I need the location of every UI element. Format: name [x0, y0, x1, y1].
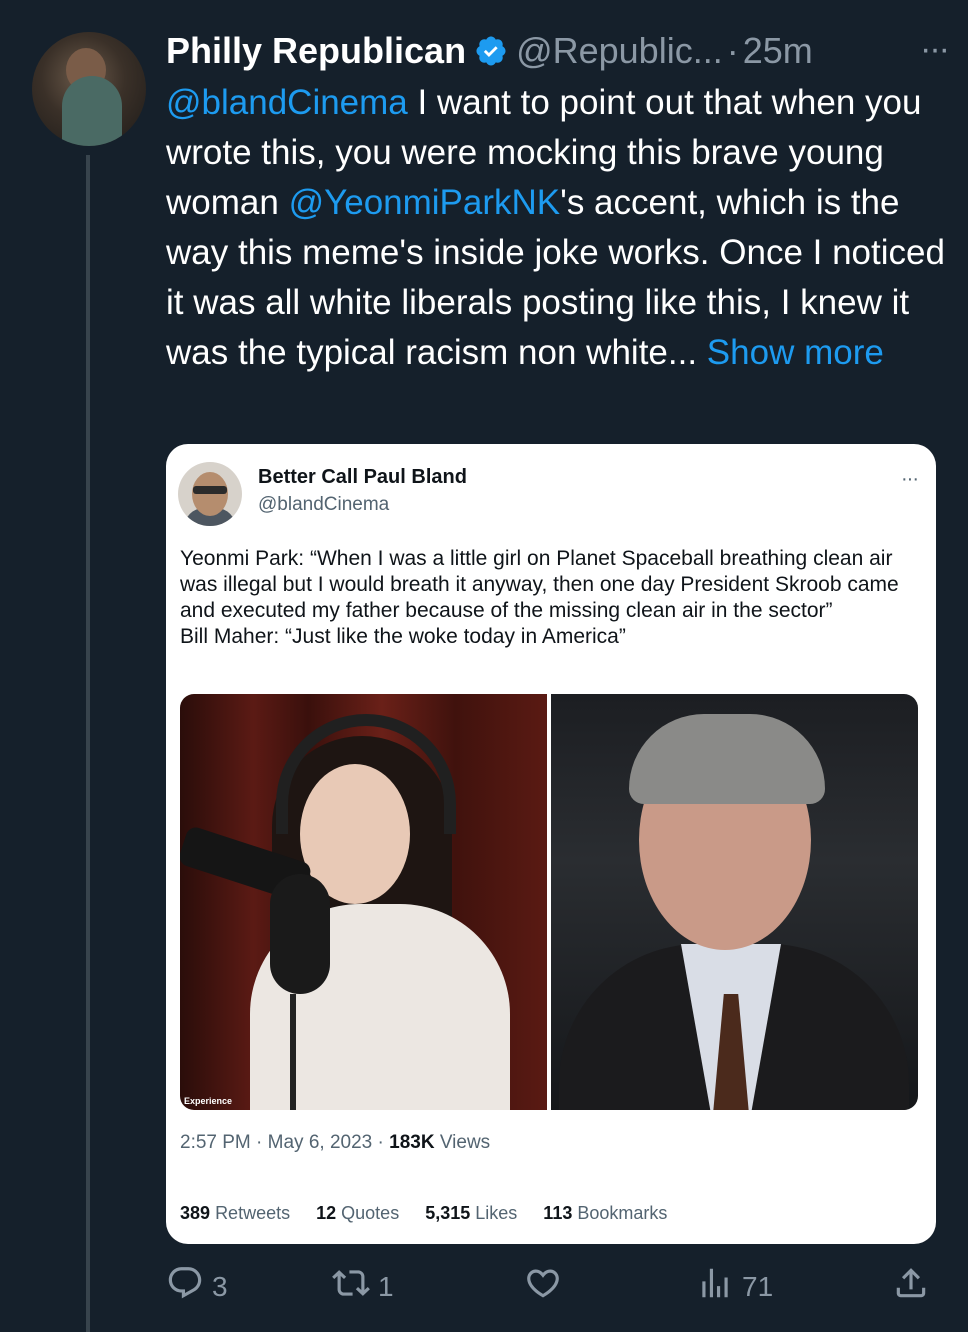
stat-quotes[interactable]: 12 Quotes — [316, 1203, 399, 1224]
photo-yeonmi-park[interactable]: Experience — [180, 694, 547, 1110]
reply-icon — [166, 1264, 204, 1309]
show-more-link[interactable]: Show more — [707, 333, 884, 372]
stat-label: Likes — [475, 1203, 518, 1223]
user-handle[interactable]: @Republic... — [516, 30, 723, 72]
stat-bookmarks[interactable]: 113 Bookmarks — [543, 1203, 667, 1224]
photo-bill-maher[interactable] — [551, 694, 918, 1110]
stat-retweets[interactable]: 389 Retweets — [180, 1203, 290, 1224]
profile-avatar[interactable] — [32, 32, 146, 146]
quoted-time[interactable]: 2:57 PM — [180, 1132, 251, 1153]
quoted-text-line1: Yeonmi Park: “When I was a little girl o… — [180, 547, 899, 622]
stat-label: Quotes — [341, 1203, 400, 1223]
quoted-text-line2: Bill Maher: “Just like the woke today in… — [180, 625, 626, 648]
stat-count: 12 — [316, 1203, 337, 1223]
stat-likes[interactable]: 5,315 Likes — [425, 1203, 517, 1224]
photo-watermark: Experience — [184, 1096, 233, 1106]
verified-badge-icon — [474, 34, 508, 68]
views-label: Views — [439, 1132, 491, 1153]
quoted-date[interactable]: May 6, 2023 — [268, 1132, 373, 1153]
thread-line — [86, 155, 90, 1332]
headphones — [276, 714, 456, 834]
views-count: 71 — [742, 1270, 774, 1302]
stat-count: 5,315 — [425, 1203, 471, 1223]
quoted-avatar[interactable] — [178, 462, 242, 526]
views-count: 183K — [389, 1132, 435, 1153]
mic-stand — [290, 994, 296, 1110]
quoted-text: Yeonmi Park: “When I was a little girl o… — [180, 546, 926, 650]
display-name[interactable]: Philly Republican — [166, 30, 466, 72]
meta-sep: · — [256, 1132, 263, 1153]
stat-label: Bookmarks — [577, 1203, 668, 1223]
retweet-count: 1 — [378, 1270, 394, 1302]
reply-button[interactable]: 3 — [166, 1264, 228, 1309]
quoted-media[interactable]: Experience — [180, 694, 918, 1110]
quoted-meta: 2:57 PM · May 6, 2023 · 183K Views — [180, 1132, 490, 1154]
views-button[interactable]: 71 — [696, 1264, 773, 1309]
tweet-header: Philly Republican @Republic... · 25m ··· — [166, 26, 950, 76]
stat-count: 113 — [543, 1203, 573, 1223]
quoted-display-name[interactable]: Better Call Paul Bland — [258, 466, 467, 489]
quoted-stats: 389 Retweets 12 Quotes 5,315 Likes 113 B… — [180, 1203, 667, 1224]
photo-hair — [629, 714, 825, 804]
microphone — [270, 874, 330, 994]
quoted-tweet-card[interactable]: Better Call Paul Bland @blandCinema ··· … — [166, 444, 936, 1244]
share-icon — [892, 1264, 930, 1309]
reply-count: 3 — [212, 1270, 228, 1302]
mention-blandcinema[interactable]: @blandCinema — [166, 83, 408, 122]
heart-icon — [524, 1264, 562, 1309]
quoted-more-icon[interactable]: ··· — [901, 468, 919, 491]
avatar-body — [62, 76, 122, 146]
quoted-avatar-glasses — [193, 486, 227, 494]
tweet-time[interactable]: 25m — [743, 30, 813, 72]
quoted-avatar-head — [192, 472, 228, 516]
retweet-button[interactable]: 1 — [332, 1264, 394, 1309]
action-bar: 3 1 71 — [166, 1264, 938, 1310]
stat-count: 389 — [180, 1203, 211, 1223]
share-button[interactable] — [892, 1264, 930, 1309]
analytics-icon — [696, 1264, 734, 1309]
tweet-body: @blandCinema I want to point out that wh… — [166, 78, 946, 378]
separator-dot: · — [726, 30, 739, 71]
retweet-icon — [332, 1264, 370, 1309]
stat-label: Retweets — [215, 1203, 291, 1223]
mention-yeonmiparknk[interactable]: @YeonmiParkNK — [289, 183, 561, 222]
like-button[interactable] — [524, 1264, 562, 1309]
more-options-icon[interactable]: ··· — [920, 32, 950, 66]
quoted-handle[interactable]: @blandCinema — [258, 494, 389, 516]
meta-sep: · — [377, 1132, 384, 1153]
